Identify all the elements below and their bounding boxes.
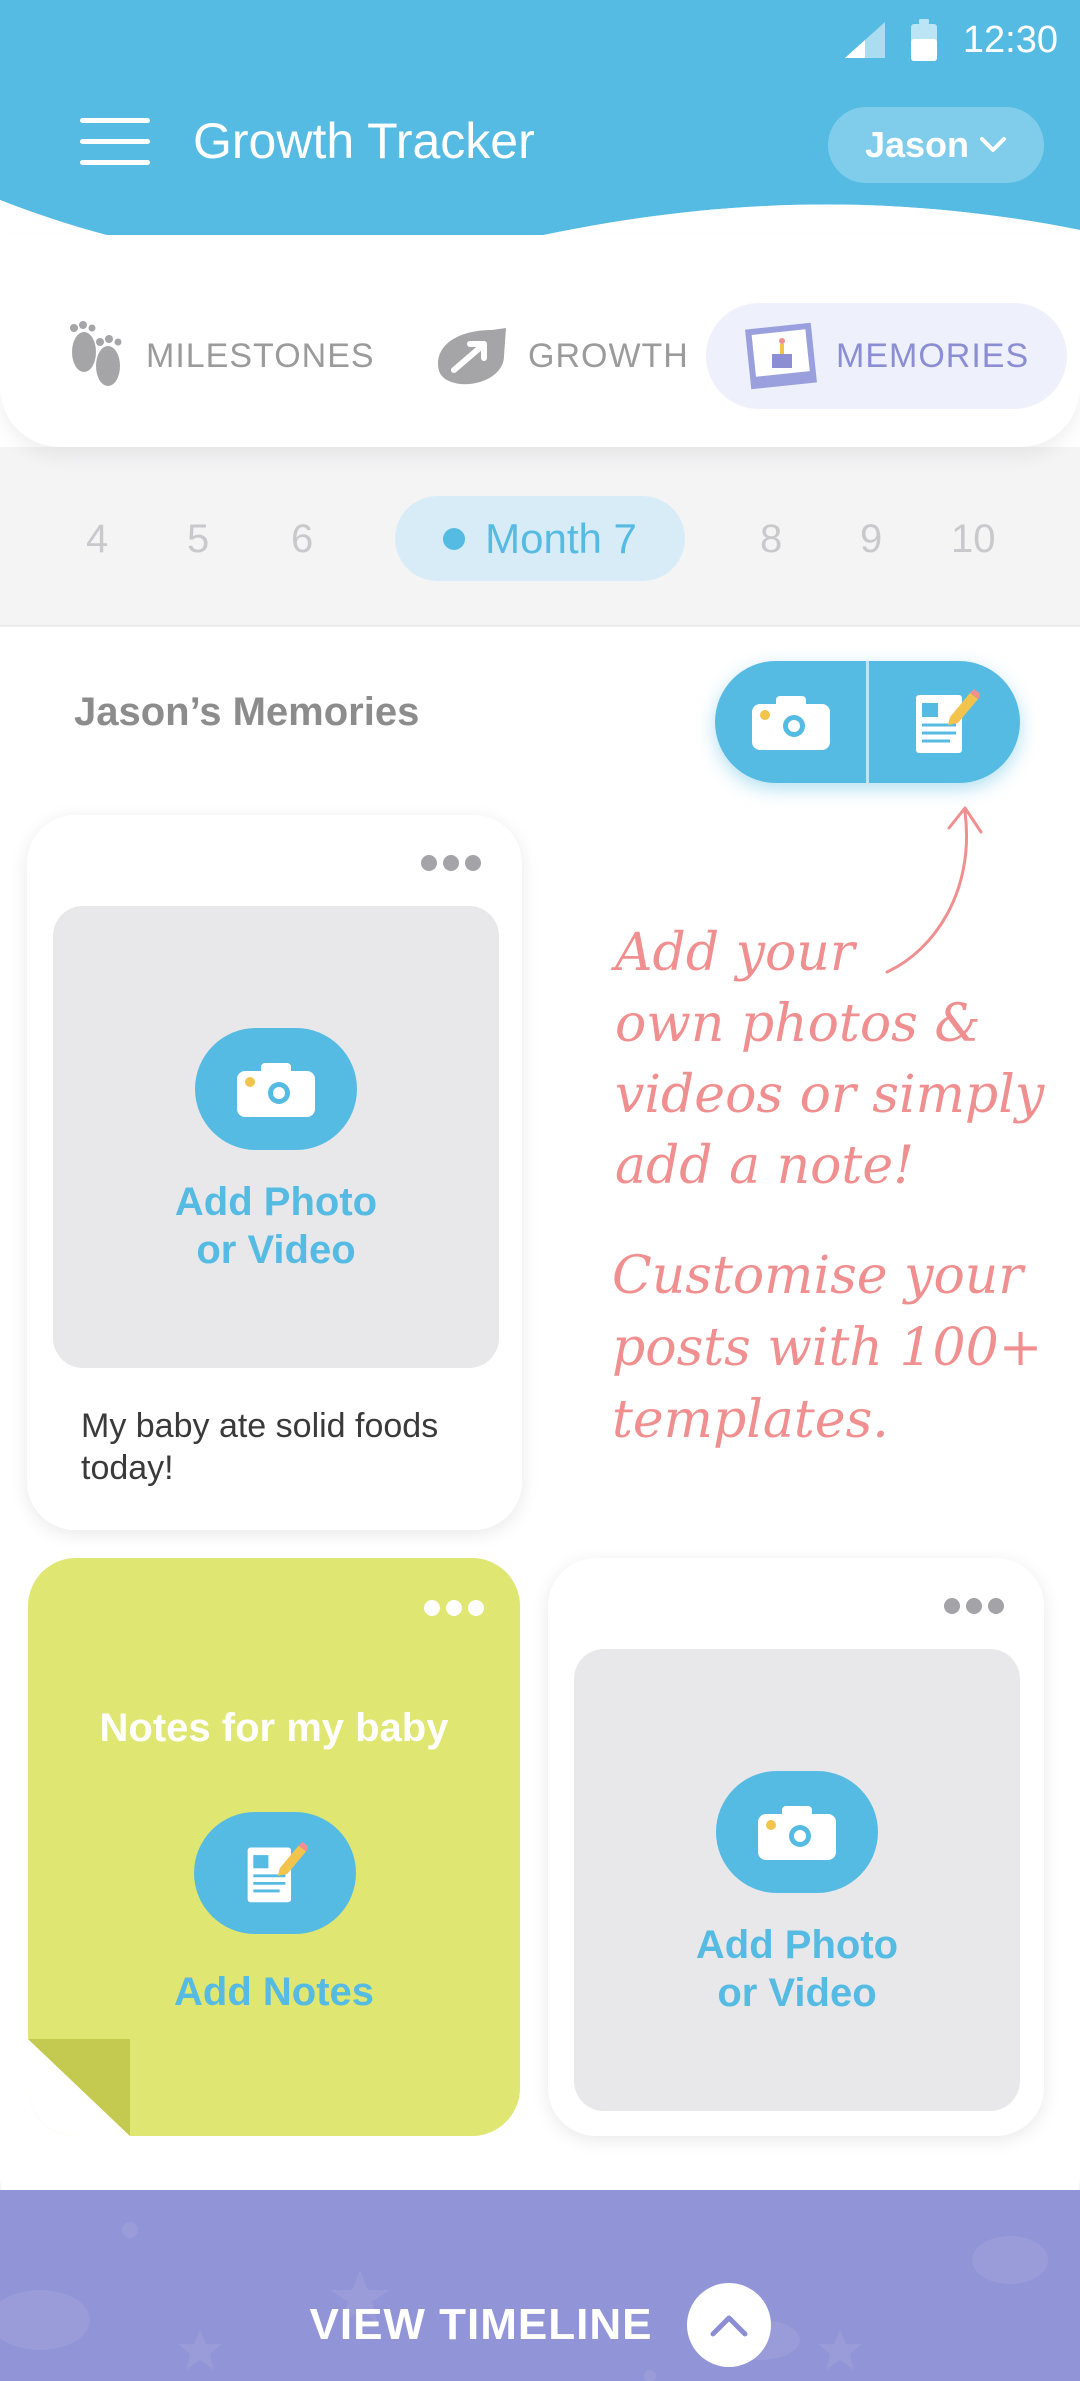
footprints-icon xyxy=(70,321,122,386)
more-options-icon[interactable] xyxy=(424,1600,484,1616)
add-note-button[interactable] xyxy=(869,661,1020,783)
note-pencil-icon xyxy=(247,1841,308,1903)
month-item[interactable]: 6 xyxy=(291,517,313,562)
memory-card[interactable]: Add Photo or Video My baby ate solid foo… xyxy=(27,815,522,1530)
status-bar: 12:30 xyxy=(844,0,1080,80)
view-timeline-label[interactable]: VIEW TIMELINE xyxy=(310,2300,653,2350)
annotation-line: add a note! xyxy=(615,1136,914,1196)
tab-milestones[interactable]: MILESTONES xyxy=(64,303,375,409)
menu-icon-bar xyxy=(80,139,150,144)
battery-icon xyxy=(910,19,937,61)
tab-memories[interactable]: MEMORIES xyxy=(706,303,1068,409)
note-card[interactable]: Notes for my baby Add Notes xyxy=(28,1558,520,2136)
view-timeline-button[interactable] xyxy=(686,2283,771,2367)
annotation-line: videos or simply xyxy=(615,1065,1045,1125)
month-item[interactable]: 9 xyxy=(860,517,882,562)
add-note-button[interactable] xyxy=(194,1812,356,1934)
annotation-line: own photos & xyxy=(615,994,981,1054)
signal-icon xyxy=(844,22,885,58)
chevron-up-icon xyxy=(710,2315,747,2337)
menu-icon xyxy=(80,118,150,123)
month-item-active[interactable]: Month 7 xyxy=(395,496,685,581)
add-photo-button[interactable] xyxy=(716,1771,878,1893)
chevron-down-icon xyxy=(980,137,1007,152)
annotation-line: Add your xyxy=(615,923,855,983)
annotation-line: Customise your xyxy=(612,1246,1024,1306)
add-photo-label[interactable]: Add Photo xyxy=(574,1921,1020,1969)
photo-frame-icon xyxy=(745,322,817,390)
add-notes-label[interactable]: Add Notes xyxy=(28,1968,520,2016)
user-selector[interactable]: Jason xyxy=(828,107,1044,183)
photo-placeholder[interactable]: Add Photo or Video xyxy=(53,906,499,1368)
add-photo-label[interactable]: or Video xyxy=(574,1969,1020,2017)
annotation-line: templates. xyxy=(612,1390,889,1450)
status-time: 12:30 xyxy=(962,18,1058,61)
month-item[interactable]: 10 xyxy=(951,517,996,562)
month-item[interactable]: 8 xyxy=(760,517,782,562)
note-title: Notes for my baby xyxy=(99,1706,449,1750)
annotation-text: Customise your posts with 100+ templates… xyxy=(612,1240,1042,1456)
tab-label: GROWTH xyxy=(528,336,689,375)
active-dot xyxy=(443,527,466,550)
user-name: Jason xyxy=(864,124,970,165)
app-title: Growth Tracker xyxy=(193,113,535,169)
section-title: Jason’s Memories xyxy=(74,690,420,734)
tab-label: MILESTONES xyxy=(146,336,375,375)
more-options-icon[interactable] xyxy=(944,1598,1004,1614)
tab-label: MEMORIES xyxy=(836,336,1030,375)
annotation-line: posts with 100+ xyxy=(612,1318,1043,1378)
month-item[interactable]: 5 xyxy=(187,517,209,562)
add-photo-button[interactable] xyxy=(195,1028,357,1150)
tab-growth[interactable]: GROWTH xyxy=(432,303,689,409)
month-item[interactable]: 4 xyxy=(86,517,108,562)
active-month-label: Month 7 xyxy=(485,514,637,562)
more-options-icon[interactable] xyxy=(421,855,481,871)
camera-icon xyxy=(758,1806,836,1860)
add-memory-actions xyxy=(715,661,1020,783)
menu-button[interactable] xyxy=(80,118,150,168)
memory-caption: My baby ate solid foods today! xyxy=(81,1407,439,1487)
menu-icon-bar xyxy=(80,160,150,165)
camera-icon xyxy=(751,696,830,750)
note-pencil-icon xyxy=(915,689,980,753)
annotation-text: Add your own photos & videos or simply a… xyxy=(615,918,1044,1202)
add-photo-label[interactable]: Add Photo xyxy=(53,1178,499,1226)
view-timeline-bar: VIEW TIMELINE xyxy=(0,2280,1080,2370)
tab-bar: MILESTONES GROWTH MEMORIES xyxy=(0,235,1080,447)
photo-placeholder[interactable]: Add Photo or Video xyxy=(574,1649,1020,2111)
memory-card[interactable]: Add Photo or Video xyxy=(548,1558,1044,2136)
add-photo-label[interactable]: or Video xyxy=(53,1226,499,1274)
add-photo-button[interactable] xyxy=(715,661,866,783)
growth-arrow-icon xyxy=(438,328,506,385)
camera-icon xyxy=(237,1063,315,1117)
